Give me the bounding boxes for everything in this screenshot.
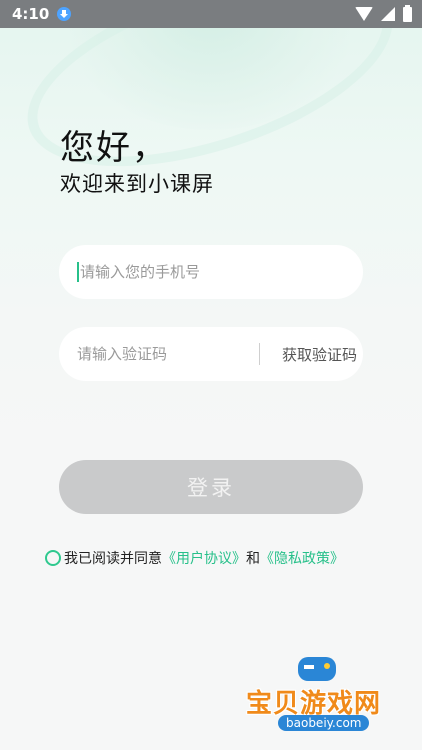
verification-code-field[interactable]: 获取验证码: [59, 327, 363, 381]
wifi-icon: [355, 7, 373, 21]
privacy-policy-link[interactable]: 《隐私政策》: [260, 548, 344, 568]
status-bar: 4:10: [0, 0, 422, 28]
gamepad-icon: [298, 657, 336, 681]
user-agreement-link[interactable]: 《用户协议》: [162, 548, 246, 568]
download-icon: [57, 7, 72, 21]
agreement-prefix: 我已阅读并同意: [64, 551, 162, 567]
agreement-conjunction: 和: [246, 551, 260, 567]
watermark-url: baobeiy.com: [278, 715, 370, 731]
agreement-checkbox[interactable]: [45, 550, 61, 566]
login-button[interactable]: 登录: [59, 460, 363, 514]
watermark-logo: 宝贝游戏网 baobeiy.com: [236, 655, 408, 745]
field-divider: [259, 343, 260, 365]
verification-code-input[interactable]: [77, 345, 257, 363]
welcome-subtitle: 欢迎来到小课屏: [60, 172, 214, 196]
battery-icon: [403, 4, 412, 22]
greeting-title: 您好，: [60, 128, 168, 168]
text-cursor: [77, 262, 79, 282]
signal-icon: [381, 7, 395, 21]
agreement-row: 我已阅读并同意 《用户协议》 和 《隐私政策》: [45, 548, 344, 568]
status-icons: [355, 4, 412, 22]
background: [0, 0, 422, 460]
status-time: 4:10: [12, 5, 50, 23]
phone-field[interactable]: [59, 245, 363, 299]
get-code-button[interactable]: 获取验证码: [282, 344, 357, 365]
phone-input[interactable]: [80, 263, 260, 281]
